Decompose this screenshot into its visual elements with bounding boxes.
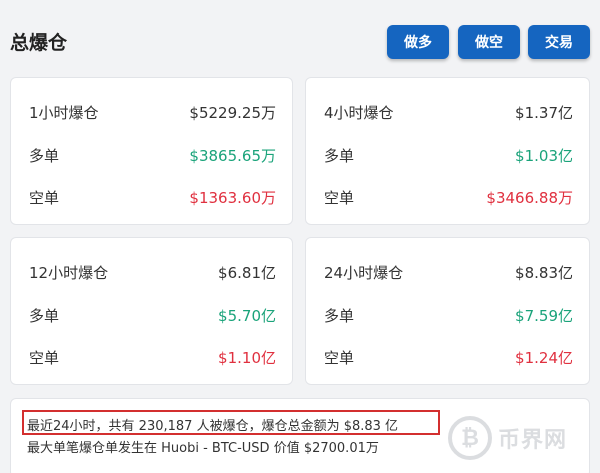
long-row: 多单 $1.03亿: [324, 144, 573, 166]
total-row: 4小时爆仓 $1.37亿: [324, 101, 573, 123]
coin-b-icon: ₿: [448, 416, 492, 460]
long-row: 多单 $3865.65万: [29, 144, 276, 166]
short-value: $1363.60万: [189, 188, 276, 207]
page-title: 总爆仓: [10, 32, 68, 54]
liquidation-card-24h: 24小时爆仓 $8.83亿 多单 $7.59亿 空单 $1.24亿: [305, 237, 590, 385]
long-label: 多单: [29, 146, 60, 165]
long-label: 多单: [29, 306, 60, 325]
period-label: 4小时爆仓: [324, 103, 394, 122]
total-value: $5229.25万: [189, 103, 276, 122]
total-value: $6.81亿: [218, 263, 276, 282]
liquidation-card-12h: 12小时爆仓 $6.81亿 多单 $5.70亿 空单 $1.10亿: [10, 237, 293, 385]
short-value: $1.24亿: [515, 348, 573, 367]
total-value: $8.83亿: [515, 263, 573, 282]
short-label: 空单: [29, 188, 60, 207]
watermark-text: 币界网: [498, 428, 568, 453]
long-value: $1.03亿: [515, 146, 573, 165]
short-row: 空单 $1.24亿: [324, 346, 573, 368]
long-value: $5.70亿: [218, 306, 276, 325]
total-value: $1.37亿: [515, 103, 573, 122]
watermark: ₿ 币界网: [448, 410, 593, 466]
period-label: 24小时爆仓: [324, 263, 404, 282]
short-label: 空单: [29, 348, 60, 367]
summary-line-largest: 最大单笔爆仓单发生在 Huobi - BTC-USD 价值 $2700.01万: [27, 441, 379, 456]
short-label: 空单: [324, 348, 355, 367]
long-button[interactable]: 做多: [387, 25, 449, 59]
period-label: 1小时爆仓: [29, 103, 99, 122]
short-label: 空单: [324, 188, 355, 207]
trade-button[interactable]: 交易: [528, 25, 590, 59]
header: 总爆仓 做多 做空 交易: [0, 0, 600, 75]
summary-line-24h: 最近24小时，共有 230,187 人被爆仓，爆仓总金额为 $8.83 亿: [27, 419, 399, 434]
period-label: 12小时爆仓: [29, 263, 109, 282]
long-row: 多单 $7.59亿: [324, 304, 573, 326]
short-value: $3466.88万: [486, 188, 573, 207]
short-row: 空单 $1363.60万: [29, 186, 276, 208]
long-label: 多单: [324, 306, 355, 325]
long-row: 多单 $5.70亿: [29, 304, 276, 326]
short-row: 空单 $3466.88万: [324, 186, 573, 208]
liquidation-card-4h: 4小时爆仓 $1.37亿 多单 $1.03亿 空单 $3466.88万: [305, 77, 590, 225]
short-row: 空单 $1.10亿: [29, 346, 276, 368]
long-value: $7.59亿: [515, 306, 573, 325]
long-label: 多单: [324, 146, 355, 165]
long-value: $3865.65万: [189, 146, 276, 165]
total-row: 12小时爆仓 $6.81亿: [29, 261, 276, 283]
short-button[interactable]: 做空: [458, 25, 520, 59]
short-value: $1.10亿: [218, 348, 276, 367]
total-row: 24小时爆仓 $8.83亿: [324, 261, 573, 283]
total-row: 1小时爆仓 $5229.25万: [29, 101, 276, 123]
liquidation-card-1h: 1小时爆仓 $5229.25万 多单 $3865.65万 空单 $1363.60…: [10, 77, 293, 225]
